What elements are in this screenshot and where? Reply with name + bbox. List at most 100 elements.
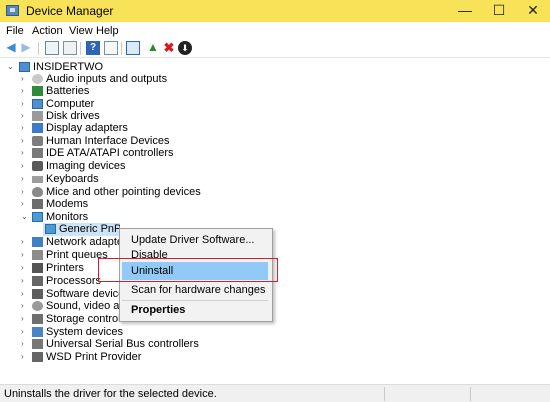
tree-item-label: Generic PnP Monitor (59, 223, 120, 235)
collapse-chevron-icon[interactable]: › (21, 198, 29, 210)
tree-item-generic-pnp-monitor[interactable]: Generic PnP Monitor (43, 223, 120, 236)
collapse-chevron-icon[interactable]: › (21, 135, 29, 147)
tree-item-label: Keyboards (46, 173, 99, 185)
ide-controller-icon (32, 148, 43, 158)
wsd-printer-icon (32, 352, 43, 362)
menu-bar: File Action View Help (0, 22, 550, 40)
tree-item-modems[interactable]: › Modems (0, 198, 200, 211)
collapse-chevron-icon[interactable]: › (21, 275, 29, 287)
disk-drive-icon (32, 111, 43, 121)
tree-item-sound[interactable]: › Sound, video and game controllers (0, 300, 119, 313)
collapse-chevron-icon[interactable]: › (21, 85, 29, 97)
tree-item-label: Monitors (46, 211, 89, 223)
collapse-chevron-icon[interactable]: › (21, 249, 29, 261)
menu-properties[interactable]: Properties (122, 301, 268, 319)
scan-hardware-icon[interactable] (126, 41, 140, 55)
disable-device-icon[interactable]: ⬇ (178, 41, 192, 55)
tree-item-storage[interactable]: › Storage controllers (0, 313, 119, 326)
menu-action[interactable]: Action (32, 25, 63, 37)
toolbar-separator (80, 42, 81, 55)
tree-item-label: Mice and other pointing devices (46, 186, 201, 198)
properties-icon[interactable] (45, 41, 59, 55)
menu-help[interactable]: Help (96, 25, 119, 37)
tree-item-imaging[interactable]: › Imaging devices (0, 160, 200, 173)
tree-item-display-adapters[interactable]: › Display adapters (0, 122, 200, 135)
tree-item-label: Display adapters (46, 122, 128, 134)
tree-item-label: Modems (46, 198, 89, 210)
minimize-button[interactable]: — (448, 0, 482, 22)
expand-chevron-icon[interactable]: ⌄ (7, 61, 15, 73)
collapse-chevron-icon[interactable]: › (21, 110, 29, 122)
collapse-chevron-icon[interactable]: › (21, 338, 29, 350)
collapse-chevron-icon[interactable]: › (21, 288, 29, 300)
status-divider (470, 387, 471, 401)
network-adapter-icon (32, 237, 43, 247)
tree-item-keyboards[interactable]: › Keyboards (0, 173, 200, 186)
forward-arrow-icon[interactable]: ▶ (19, 41, 33, 55)
menu-file[interactable]: File (6, 25, 24, 37)
uninstall-device-icon[interactable]: ✖ (162, 41, 176, 55)
monitor-icon (32, 212, 43, 222)
storage-controller-icon (32, 314, 43, 324)
menu-scan-hardware[interactable]: Scan for hardware changes (122, 281, 268, 299)
tree-item-usb[interactable]: › Universal Serial Bus controllers (0, 338, 220, 351)
tree-item-label: Universal Serial Bus controllers (46, 338, 199, 350)
collapse-chevron-icon[interactable]: › (21, 300, 29, 312)
menu-view[interactable]: View (69, 25, 93, 37)
tree-item-label: Disk drives (46, 110, 100, 122)
software-device-icon (32, 289, 43, 299)
tree-item-wsd[interactable]: › WSD Print Provider (0, 351, 220, 364)
tree-item-ide[interactable]: › IDE ATA/ATAPI controllers (0, 147, 200, 160)
tree-item-network-adapters[interactable]: › Network adapters (0, 236, 119, 249)
collapse-chevron-icon[interactable]: › (21, 351, 29, 363)
tree-item-label: Printers (46, 262, 84, 274)
collapse-chevron-icon[interactable]: › (21, 73, 29, 85)
collapse-chevron-icon[interactable]: › (21, 98, 29, 110)
status-text: Uninstalls the driver for the selected d… (4, 388, 217, 400)
collapse-chevron-icon[interactable]: › (21, 160, 29, 172)
keyboard-icon (32, 176, 43, 183)
collapse-chevron-icon[interactable]: › (21, 326, 29, 338)
usb-icon (32, 339, 43, 349)
back-arrow-icon[interactable]: ◀ (4, 41, 18, 55)
tree-item-label: Processors (46, 275, 102, 287)
monitor-icon (45, 224, 56, 234)
tree-item-label: Storage controllers (46, 313, 119, 325)
camera-icon (32, 161, 43, 171)
tree-item-label: Network adapters (46, 236, 119, 248)
maximize-button[interactable]: ☐ (482, 0, 516, 22)
tree-item-label: WSD Print Provider (46, 351, 142, 363)
collapse-chevron-icon[interactable]: › (21, 186, 29, 198)
computer-icon (19, 62, 30, 72)
tree-item-label: Audio inputs and outputs (46, 73, 168, 85)
help-icon[interactable]: ? (86, 41, 100, 55)
speaker-icon (32, 301, 43, 311)
print-queue-icon (32, 250, 43, 260)
show-hide-console-tree-icon[interactable] (63, 41, 77, 55)
collapse-chevron-icon[interactable]: › (21, 236, 29, 248)
uninstall-highlight-box (98, 258, 278, 282)
expand-chevron-icon[interactable]: ⌄ (21, 211, 29, 223)
device-manager-icon (6, 5, 19, 16)
collapse-chevron-icon[interactable]: › (21, 173, 29, 185)
mouse-icon (32, 187, 43, 197)
tree-item-label: Software devices (46, 288, 119, 300)
printer-icon (32, 263, 43, 273)
tree-item-label: Computer (46, 98, 95, 110)
close-button[interactable]: ✕ (516, 0, 550, 22)
modem-icon (32, 199, 43, 209)
tree-item-batteries[interactable]: › Batteries (0, 85, 200, 98)
collapse-chevron-icon[interactable]: › (21, 122, 29, 134)
battery-icon (32, 86, 43, 96)
system-device-icon (32, 327, 43, 337)
collapse-chevron-icon[interactable]: › (21, 147, 29, 159)
tree-item-label: IDE ATA/ATAPI controllers (46, 147, 174, 159)
update-driver-icon[interactable]: ▲ (146, 41, 160, 55)
collapse-chevron-icon[interactable]: › (21, 313, 29, 325)
action-pane-icon[interactable] (104, 41, 118, 55)
status-bar: Uninstalls the driver for the selected d… (0, 384, 550, 402)
display-adapter-icon (32, 123, 43, 133)
collapse-chevron-icon[interactable]: › (21, 262, 29, 274)
toolbar-separator (38, 42, 39, 55)
tree-item-label: Imaging devices (46, 160, 126, 172)
